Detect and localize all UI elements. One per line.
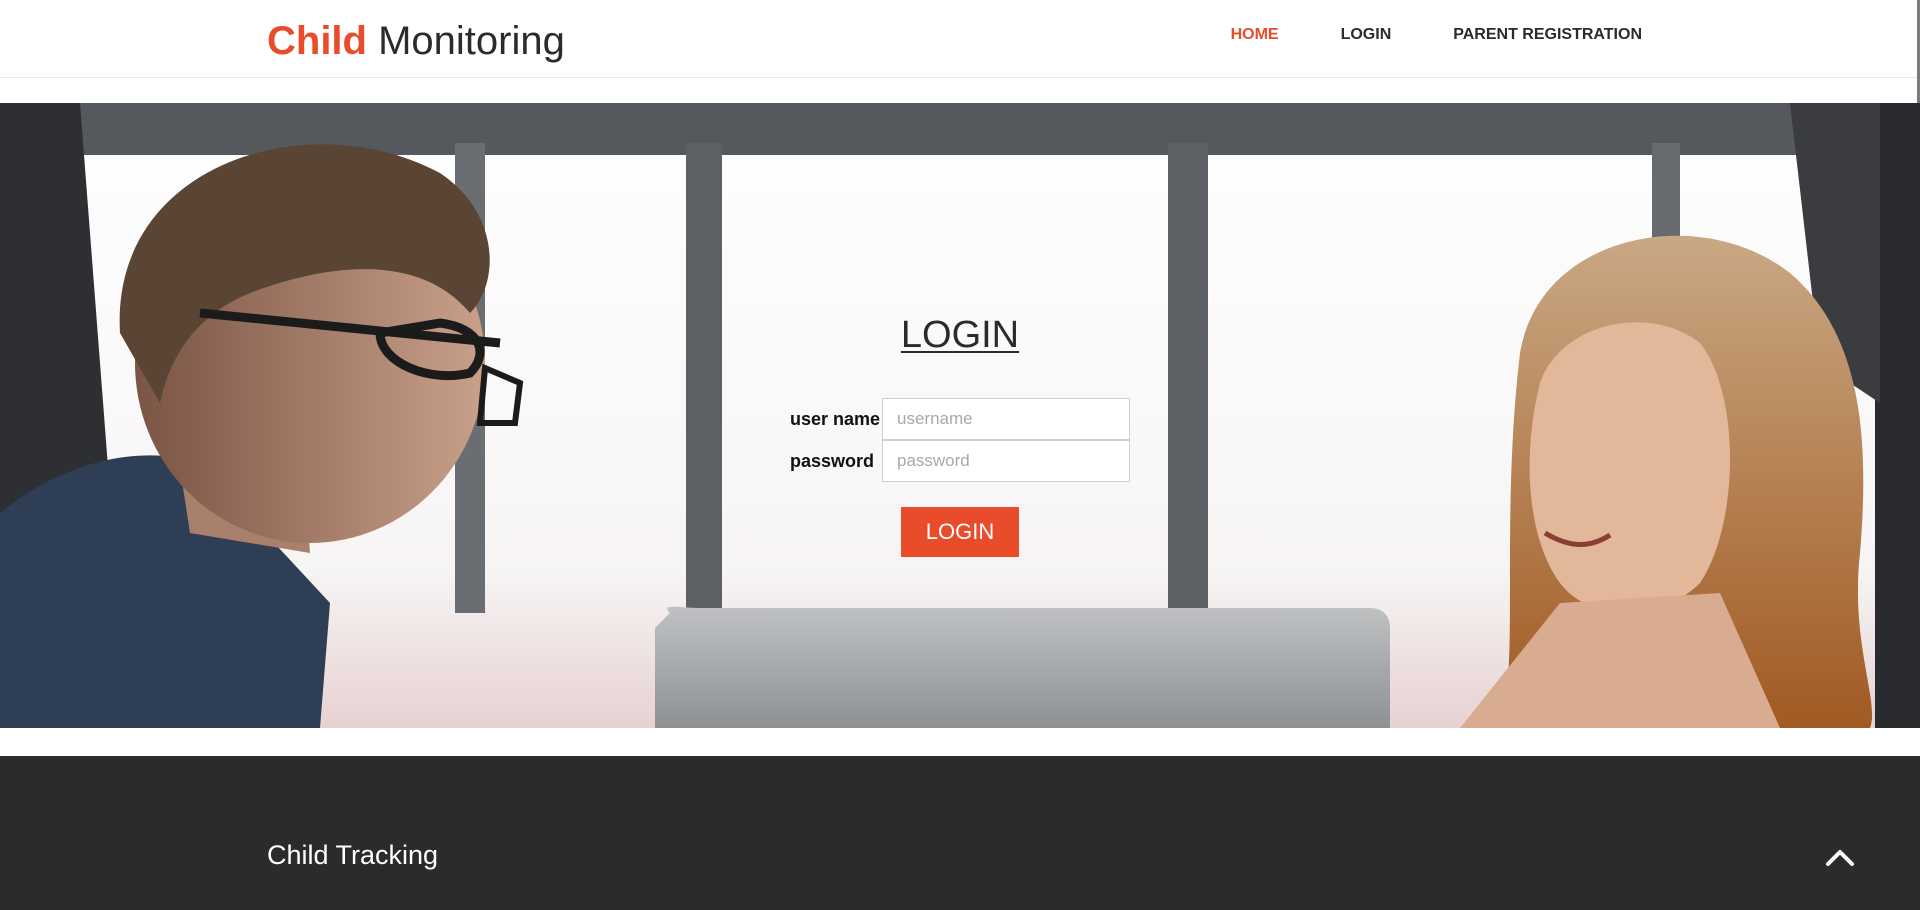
login-button[interactable]: LOGIN [901, 507, 1019, 557]
main-nav: HOME LOGIN PARENT REGISTRATION [1169, 26, 1642, 44]
nav-home-link[interactable]: HOME [1231, 26, 1279, 44]
site-logo[interactable]: Child Monitoring [267, 16, 565, 66]
password-input[interactable] [882, 440, 1130, 482]
hero-banner: LOGIN user name password LOGIN [0, 103, 1920, 728]
nav-login-link[interactable]: LOGIN [1341, 26, 1392, 44]
login-heading: LOGIN [900, 314, 1020, 356]
username-label: user name [790, 408, 881, 429]
username-row: user name [760, 398, 1130, 440]
password-row: password [760, 440, 1130, 482]
brand-accent-text: Child [267, 19, 367, 63]
nav-parent-registration-link[interactable]: PARENT REGISTRATION [1453, 26, 1642, 44]
chevron-up-icon [1826, 850, 1854, 866]
back-to-top-button[interactable] [1822, 840, 1858, 876]
brand-text: Monitoring [366, 19, 565, 63]
site-header: Child Monitoring HOME LOGIN PARENT REGIS… [0, 0, 1920, 78]
site-footer: Child Tracking [0, 756, 1920, 910]
footer-title: Child Tracking [267, 840, 439, 870]
password-label: password [790, 450, 875, 471]
username-input[interactable] [882, 398, 1130, 440]
login-form: LOGIN user name password LOGIN [760, 310, 1160, 557]
